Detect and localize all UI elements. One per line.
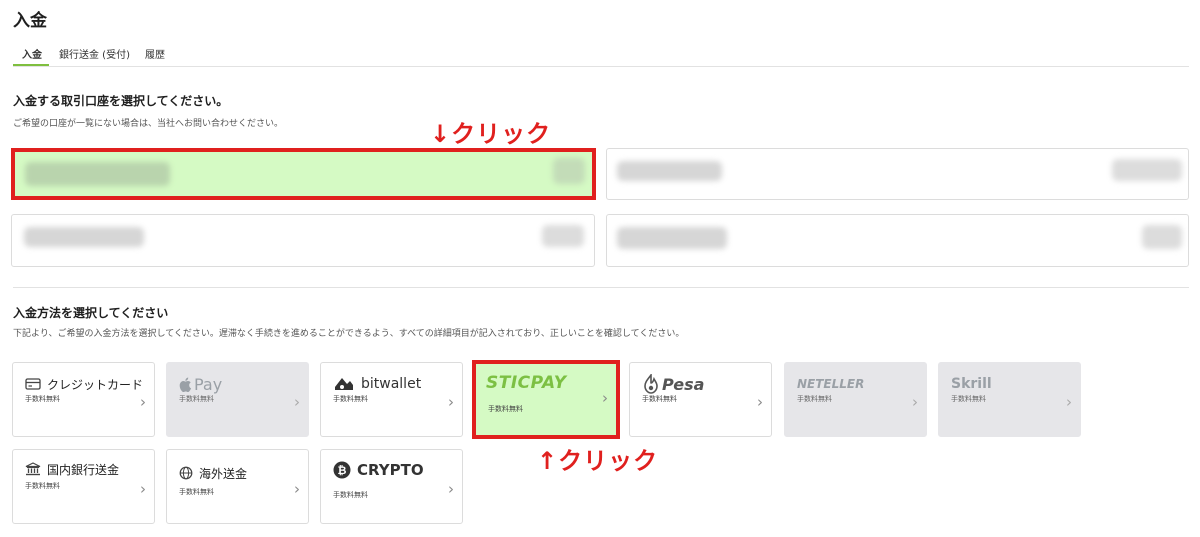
method-apple-pay[interactable]: Pay 手数料無料 › <box>166 362 309 437</box>
method-domestic-bank[interactable]: 国内銀行送金 手数料無料 › <box>12 449 155 524</box>
tab-history[interactable]: 履歴 <box>145 46 165 61</box>
chevron-right-icon: › <box>294 393 300 411</box>
blurred-account-balance <box>553 158 585 184</box>
neteller-logo: NETELLER <box>797 373 864 395</box>
chevron-right-icon: › <box>448 393 454 411</box>
method-fee: 手数料無料 <box>951 395 986 403</box>
accounts-section-title: 入金する取引口座を選択してください。 <box>13 94 229 108</box>
chevron-right-icon: › <box>757 393 763 411</box>
method-credit-card[interactable]: クレジットカード 手数料無料 › <box>12 362 155 437</box>
method-neteller[interactable]: NETELLER 手数料無料 › <box>784 362 927 437</box>
method-bitwallet[interactable]: bitwallet 手数料無料 › <box>320 362 463 437</box>
tab-deposit[interactable]: 入金 <box>22 46 42 61</box>
credit-card-icon <box>25 378 41 390</box>
method-name: STICPAY <box>486 373 567 393</box>
method-name: Skrill <box>951 376 992 392</box>
method-fee: 手数料無料 <box>179 488 214 496</box>
method-logo: 国内銀行送金 <box>25 458 119 480</box>
chevron-right-icon: › <box>602 389 608 407</box>
chevron-right-icon: › <box>140 480 146 498</box>
pesa-flame-icon <box>644 374 658 394</box>
apple-icon <box>179 377 192 392</box>
globe-icon <box>179 466 193 480</box>
page-title: 入金 <box>13 11 47 31</box>
method-fee: 手数料無料 <box>25 395 60 403</box>
chevron-right-icon: › <box>294 480 300 498</box>
account-card-4[interactable] <box>606 214 1189 267</box>
methods-section-description: 下記より、ご希望の入金方法を選択してください。遅滞なく手続きを進めることができる… <box>13 329 685 339</box>
chevron-right-icon: › <box>448 480 454 498</box>
method-name: クレジットカード <box>47 377 144 392</box>
method-fee: 手数料無料 <box>333 491 368 499</box>
method-international-transfer[interactable]: 海外送金 手数料無料 › <box>166 449 309 524</box>
method-name: bitwallet <box>361 376 422 392</box>
blurred-account-balance <box>1142 225 1182 249</box>
methods-section-title: 入金方法を選択してください <box>13 306 169 320</box>
account-card-2[interactable] <box>606 148 1189 200</box>
account-card-3[interactable] <box>11 214 595 267</box>
method-sticpay[interactable]: STICPAY 手数料無料 › <box>472 360 620 439</box>
method-click-annotation: ↑クリック <box>537 447 659 475</box>
blurred-account-name <box>24 227 144 247</box>
bitwallet-icon <box>335 378 353 390</box>
method-fee: 手数料無料 <box>179 395 214 403</box>
bitcoin-icon: ₿ <box>333 461 351 479</box>
chevron-right-icon: › <box>1066 393 1072 411</box>
method-name: 国内銀行送金 <box>47 462 120 477</box>
account-click-annotation: ↓クリック <box>430 120 552 148</box>
method-logo: ₿ CRYPTO <box>333 459 424 481</box>
blurred-account-balance <box>542 225 584 247</box>
method-fee: 手数料無料 <box>642 395 677 403</box>
method-skrill[interactable]: Skrill 手数料無料 › <box>938 362 1081 437</box>
blurred-account-name <box>617 227 727 249</box>
method-fee: 手数料無料 <box>797 395 832 403</box>
method-logo: bitwallet <box>333 373 421 395</box>
account-card-1[interactable] <box>11 148 596 200</box>
blurred-account-name <box>617 161 722 181</box>
bank-icon <box>25 462 41 476</box>
active-tab-indicator <box>13 64 49 66</box>
sticpay-logo: STICPAY <box>486 372 567 394</box>
pesa-logo: Pesa <box>642 373 704 395</box>
method-fee: 手数料無料 <box>488 405 523 413</box>
method-name: NETELLER <box>797 377 865 391</box>
blurred-account-balance <box>1112 159 1182 181</box>
method-name: 海外送金 <box>199 466 248 481</box>
method-fee: 手数料無料 <box>333 395 368 403</box>
method-logo: Pay <box>179 373 222 395</box>
method-logo: 海外送金 <box>179 462 247 484</box>
svg-text:₿: ₿ <box>338 464 347 477</box>
tab-bar: 入金 銀行送金 (受付) 履歴 <box>13 44 1189 67</box>
tab-bank-transfer[interactable]: 銀行送金 (受付) <box>59 46 130 61</box>
method-name: CRYPTO <box>357 461 424 479</box>
skrill-logo: Skrill <box>951 373 992 395</box>
method-name: Pay <box>194 374 223 394</box>
method-crypto[interactable]: ₿ CRYPTO 手数料無料 › <box>320 449 463 524</box>
accounts-section-description: ご希望の口座が一覧にない場合は、当社へお問い合わせください。 <box>13 119 284 129</box>
method-pesa[interactable]: Pesa 手数料無料 › <box>629 362 772 437</box>
method-fee: 手数料無料 <box>25 482 60 490</box>
blurred-account-name <box>25 162 170 186</box>
section-divider <box>13 287 1189 288</box>
chevron-right-icon: › <box>140 393 146 411</box>
method-logo: クレジットカード <box>25 373 143 395</box>
chevron-right-icon: › <box>912 393 918 411</box>
method-name: Pesa <box>662 374 705 394</box>
